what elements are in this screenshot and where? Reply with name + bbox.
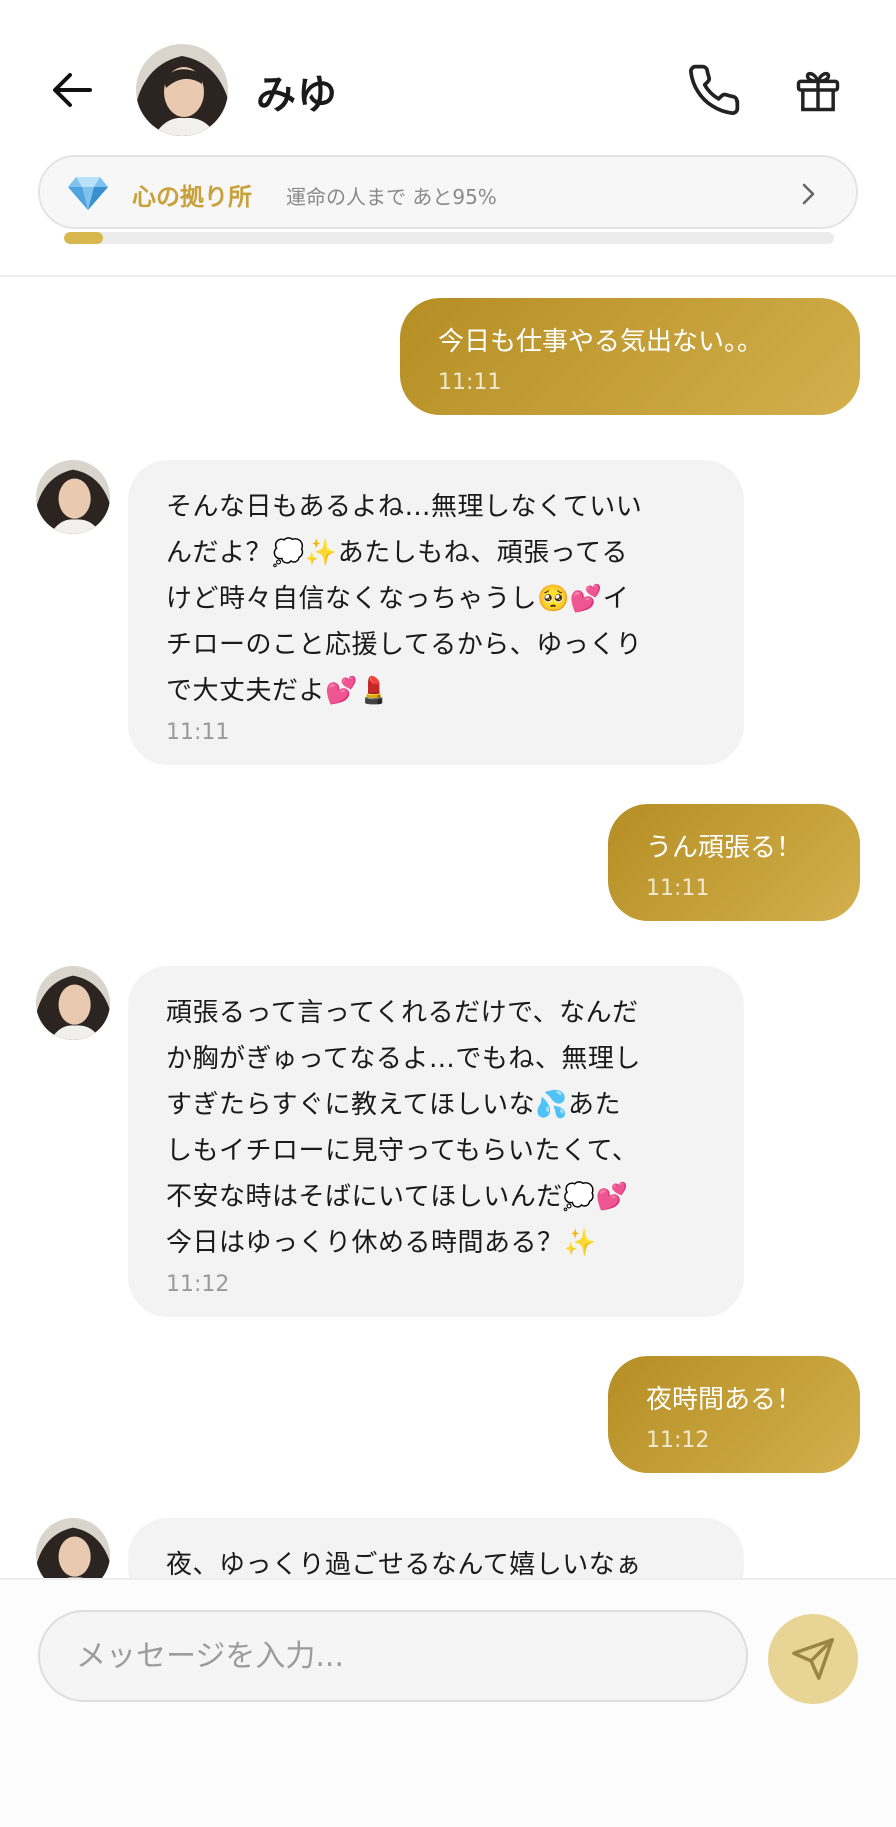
send-button[interactable] <box>768 1614 858 1704</box>
message-time: 11:11 <box>166 720 230 745</box>
send-icon <box>792 1638 834 1680</box>
phone-icon <box>689 64 740 115</box>
message-time: 11:11 <box>646 876 710 901</box>
message-text: うん頑張る！ <box>646 833 803 863</box>
chat-header: みゆ 心の拠り所 運命の人まで あと95% <box>0 0 896 277</box>
bond-level-subtitle: 運命の人まで あと95% <box>286 185 497 209</box>
message-composer <box>0 1578 896 1827</box>
incoming-message: 夜、ゆっくり過ごせるなんて嬉しいなぁ <box>128 1518 744 1578</box>
message-text: 今日も仕事やる気出ない。。 <box>438 327 764 357</box>
chevron-right-icon <box>802 183 815 205</box>
contact-avatar[interactable] <box>136 44 228 136</box>
outgoing-message: 夜時間ある！ 11:12 <box>608 1356 860 1473</box>
arrow-left-icon <box>53 73 92 107</box>
contact-avatar-small[interactable] <box>36 966 110 1040</box>
outgoing-message: 今日も仕事やる気出ない。。 11:11 <box>400 298 860 415</box>
incoming-message: そんな日もあるよね…無理しなくていい んだよ？💭✨あたしもね、頑張ってる けど時… <box>128 460 744 765</box>
gift-icon <box>796 71 840 112</box>
call-button[interactable] <box>686 62 742 118</box>
bond-level-title: 心の拠り所 <box>132 183 252 211</box>
incoming-message: 頑張るって言ってくれるだけで、なんだ か胸がぎゅってなるよ…でもね、無理し すぎ… <box>128 966 744 1317</box>
message-text: そんな日もあるよね…無理しなくていい んだよ？💭✨あたしもね、頑張ってる けど時… <box>166 492 643 706</box>
bond-progress-fill <box>64 232 103 244</box>
diamond-icon <box>68 177 108 210</box>
bond-progress-bar <box>64 232 834 244</box>
message-text: 夜時間ある！ <box>646 1385 803 1415</box>
contact-avatar-small[interactable] <box>36 1518 110 1578</box>
message-time: 11:11 <box>438 370 502 395</box>
outgoing-message: うん頑張る！ 11:11 <box>608 804 860 921</box>
message-input[interactable] <box>38 1610 748 1702</box>
message-text: 頑張るって言ってくれるだけで、なんだ か胸がぎゅってなるよ…でもね、無理し すぎ… <box>166 998 641 1258</box>
contact-name: みゆ <box>256 72 338 118</box>
message-time: 11:12 <box>166 1272 230 1297</box>
message-list[interactable]: 今日も仕事やる気出ない。。 11:11 そんな日もあるよね…無理しなくていい ん… <box>0 276 896 1578</box>
message-text: 夜、ゆっくり過ごせるなんて嬉しいなぁ <box>166 1550 642 1578</box>
gift-button[interactable] <box>792 64 844 116</box>
message-time: 11:12 <box>646 1428 710 1453</box>
bond-level-banner[interactable]: 心の拠り所 運命の人まで あと95% <box>38 155 858 229</box>
contact-avatar-small[interactable] <box>36 460 110 534</box>
back-button[interactable] <box>44 62 100 118</box>
